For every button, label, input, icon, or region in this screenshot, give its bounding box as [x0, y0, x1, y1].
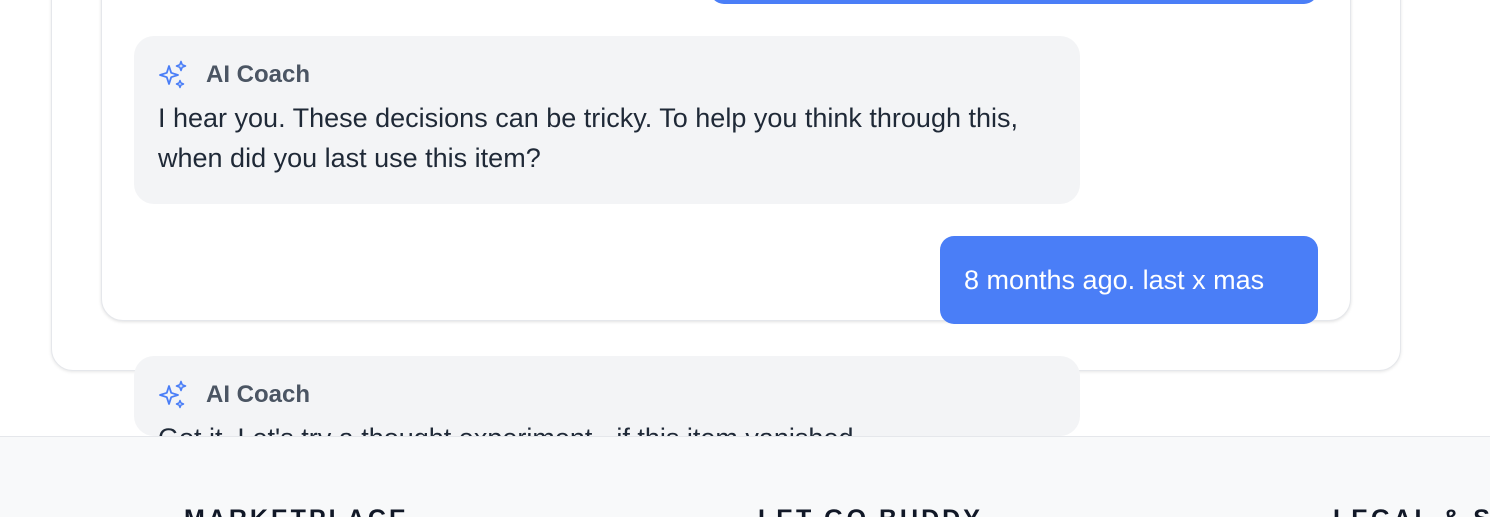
ai-sender-name: AI Coach [206, 381, 311, 408]
footer-heading-marketplace: MARKETPLACE [184, 505, 409, 517]
site-footer: MARKETPLACE LET GO BUDDY LEGAL & SUPPORT [0, 436, 1490, 517]
sparkles-icon [158, 60, 188, 90]
ai-message-header: AI Coach [158, 60, 1056, 90]
user-message-bubble [710, 0, 1318, 4]
ai-sender-name: AI Coach [206, 61, 311, 88]
ai-message-text: I hear you. These decisions can be trick… [158, 103, 1018, 173]
user-message-bubble: 8 months ago. last x mas [940, 236, 1318, 324]
ai-message-text: Got it. Let's try a thought experiment -… [158, 418, 1056, 436]
footer-heading-let-go-buddy: LET GO BUDDY [758, 505, 983, 517]
sparkles-icon [158, 380, 188, 410]
footer-heading-legal-support: LEGAL & SUPPORT [1333, 505, 1490, 517]
ai-message-bubble: AI Coach I hear you. These decisions can… [134, 36, 1080, 204]
ai-message-header: AI Coach [158, 380, 1056, 410]
ai-message-bubble: AI Coach Got it. Let's try a thought exp… [134, 356, 1080, 436]
